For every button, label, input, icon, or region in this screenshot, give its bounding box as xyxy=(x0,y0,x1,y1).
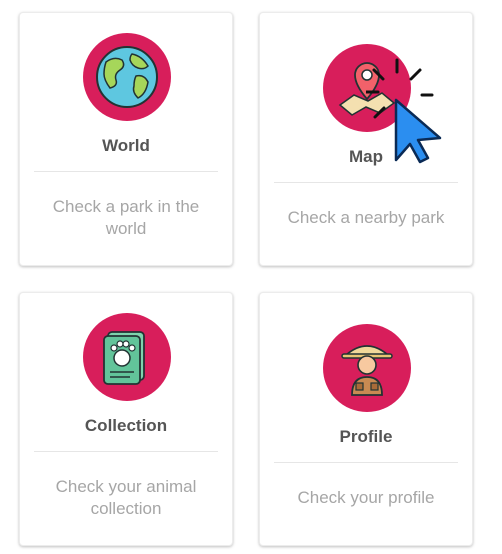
card-world[interactable]: World Check a park in the world xyxy=(19,12,233,266)
card-collection[interactable]: Collection Check your animal collection xyxy=(19,292,233,546)
card-title: World xyxy=(102,136,150,155)
card-map[interactable]: Map Check a nearby park xyxy=(259,12,473,266)
map-pin-icon xyxy=(323,44,411,132)
card-description: Check a nearby park xyxy=(287,208,445,227)
card-description: Check a park in the world xyxy=(52,197,200,238)
card-title: Map xyxy=(349,147,383,166)
explorer-avatar-icon xyxy=(323,324,411,412)
globe-icon xyxy=(83,33,171,121)
card-description: Check your profile xyxy=(297,488,435,507)
divider xyxy=(34,171,218,172)
divider xyxy=(34,451,218,452)
divider xyxy=(274,462,458,463)
card-title: Collection xyxy=(84,416,168,435)
card-title: Profile xyxy=(339,427,393,446)
card-profile[interactable]: Profile Check your profile xyxy=(259,292,473,546)
card-description: Check your animal collection xyxy=(55,477,197,518)
paw-book-icon xyxy=(83,313,171,401)
divider xyxy=(274,182,458,183)
